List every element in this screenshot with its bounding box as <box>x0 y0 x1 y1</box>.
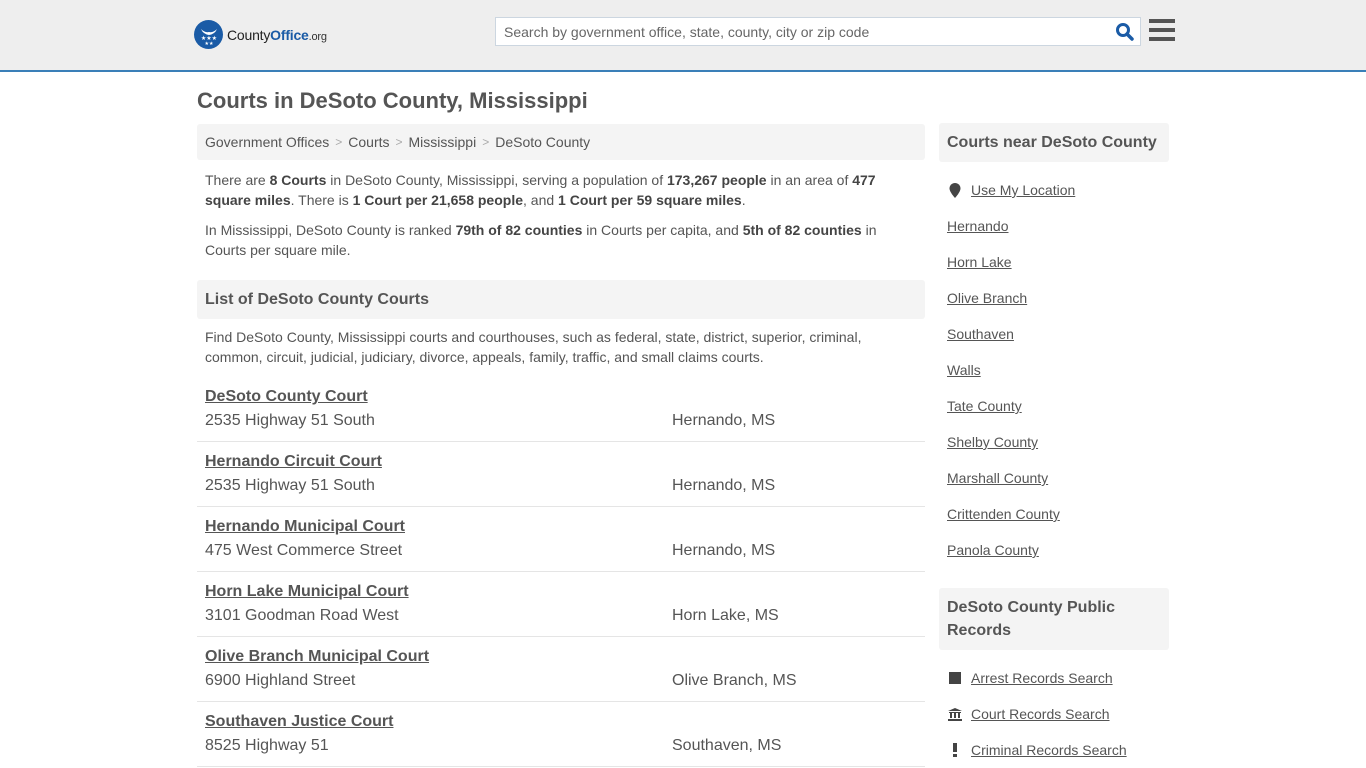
court-list-item: Southaven Justice Court 8525 Highway 51 … <box>197 702 925 767</box>
search-box <box>495 17 1141 46</box>
records-item: Court Records Search <box>947 696 1161 732</box>
nearby-link-panola-county[interactable]: Panola County <box>947 542 1039 558</box>
logo-brand-accent: Office <box>270 26 309 43</box>
breadcrumb-desoto-county[interactable]: DeSoto County <box>495 134 590 150</box>
courthouse-icon <box>947 707 963 721</box>
court-address: 3101 Goodman Road West <box>205 607 399 624</box>
search-icon <box>1116 22 1134 41</box>
breadcrumb-mississippi[interactable]: Mississippi <box>409 134 477 150</box>
nearby-link-hernando[interactable]: Hernando <box>947 218 1009 234</box>
court-list-item: DeSoto County Court 2535 Highway 51 Sout… <box>197 377 925 442</box>
menu-bar <box>1149 28 1175 32</box>
court-address: 2535 Highway 51 South <box>205 477 375 494</box>
logo-brand-main: County <box>227 26 271 43</box>
court-name-link[interactable]: Hernando Municipal Court <box>205 518 405 536</box>
breadcrumb: Government Offices > Courts > Mississipp… <box>197 124 925 160</box>
nearby-item: Tate County <box>947 388 1161 424</box>
svg-text:★★: ★★ <box>204 41 213 46</box>
logo-brand-tld: .org <box>308 30 327 43</box>
court-city: Horn Lake, MS <box>672 607 779 624</box>
court-list-item: Hernando Circuit Court 2535 Highway 51 S… <box>197 442 925 507</box>
court-list-item: Olive Branch Municipal Court 6900 Highla… <box>197 637 925 702</box>
site-header: ★★★ ★★ CountyOffice.org <box>0 0 1366 72</box>
site-logo[interactable]: ★★★ ★★ CountyOffice.org <box>194 20 327 49</box>
court-list-item: Hernando Municipal Court 475 West Commer… <box>197 507 925 572</box>
nearby-link-olive-branch[interactable]: Olive Branch <box>947 290 1027 306</box>
court-city: Hernando, MS <box>672 477 776 494</box>
court-address: 2535 Highway 51 South <box>205 412 375 429</box>
logo-text: CountyOffice.org <box>227 27 327 43</box>
court-name-link[interactable]: Hernando Circuit Court <box>205 453 382 471</box>
nearby-item: Southaven <box>947 316 1161 352</box>
map-marker-icon <box>947 182 963 198</box>
court-city: Hernando, MS <box>672 412 776 429</box>
nearby-item: Hernando <box>947 208 1161 244</box>
arrest-records-link[interactable]: Arrest Records Search <box>971 670 1113 686</box>
search-button[interactable] <box>1110 18 1140 45</box>
nearby-link-walls[interactable]: Walls <box>947 362 981 378</box>
nearby-courts-list: Use My Location Hernando Horn Lake Olive… <box>939 172 1169 568</box>
intro-paragraph-ranking: In Mississippi, DeSoto County is ranked … <box>205 222 877 258</box>
criminal-records-link[interactable]: Criminal Records Search <box>971 742 1127 758</box>
nearby-item: Olive Branch <box>947 280 1161 316</box>
court-list-item: Horn Lake Municipal Court 3101 Goodman R… <box>197 572 925 637</box>
records-item: Arrest Records Search <box>947 660 1161 696</box>
breadcrumb-government-offices[interactable]: Government Offices <box>205 134 329 150</box>
court-address: 475 West Commerce Street <box>205 542 403 559</box>
nearby-item: Horn Lake <box>947 244 1161 280</box>
exclamation-icon <box>947 743 963 757</box>
intro-paragraph-stats: There are 8 Courts in DeSoto County, Mis… <box>205 172 876 208</box>
nearby-link-tate-county[interactable]: Tate County <box>947 398 1022 414</box>
menu-bar <box>1149 37 1175 41</box>
court-city: Olive Branch, MS <box>672 672 797 689</box>
search-input[interactable] <box>496 18 1110 45</box>
court-city: Southaven, MS <box>672 737 782 754</box>
court-name-link[interactable]: Horn Lake Municipal Court <box>205 583 409 601</box>
use-my-location-link[interactable]: Use My Location <box>971 182 1075 198</box>
page-title: Courts in DeSoto County, Mississippi <box>197 88 588 113</box>
nearby-item: Shelby County <box>947 424 1161 460</box>
square-icon <box>947 672 963 684</box>
nearby-item: Panola County <box>947 532 1161 568</box>
breadcrumb-courts[interactable]: Courts <box>348 134 389 150</box>
nearby-item: Crittenden County <box>947 496 1161 532</box>
public-records-list: Arrest Records Search Court Records Sear… <box>939 660 1169 768</box>
menu-bar <box>1149 19 1175 23</box>
court-name-link[interactable]: DeSoto County Court <box>205 388 368 406</box>
court-records-link[interactable]: Court Records Search <box>971 706 1110 722</box>
nearby-link-marshall-county[interactable]: Marshall County <box>947 470 1048 486</box>
header-inner: ★★★ ★★ CountyOffice.org <box>194 0 1176 70</box>
court-name-link[interactable]: Olive Branch Municipal Court <box>205 648 429 666</box>
hamburger-menu-icon[interactable] <box>1149 19 1175 41</box>
courts-list-heading: List of DeSoto County Courts <box>197 280 925 319</box>
court-name-link[interactable]: Southaven Justice Court <box>205 713 393 731</box>
courts-list: DeSoto County Court 2535 Highway 51 Sout… <box>197 377 925 767</box>
use-my-location-item: Use My Location <box>947 172 1161 208</box>
breadcrumb-separator: > <box>482 135 490 149</box>
intro-text: There are 8 Courts in DeSoto County, Mis… <box>197 170 925 260</box>
nearby-link-shelby-county[interactable]: Shelby County <box>947 434 1038 450</box>
nearby-link-southaven[interactable]: Southaven <box>947 326 1014 342</box>
nearby-link-horn-lake[interactable]: Horn Lake <box>947 254 1012 270</box>
sidebar: Courts near DeSoto County Use My Locatio… <box>939 123 1169 768</box>
court-city: Hernando, MS <box>672 542 776 559</box>
breadcrumb-separator: > <box>395 135 403 149</box>
eagle-logo-icon: ★★★ ★★ <box>194 20 223 49</box>
court-address: 8525 Highway 51 <box>205 737 329 754</box>
main-content: Government Offices > Courts > Mississipp… <box>197 124 925 767</box>
nearby-link-crittenden-county[interactable]: Crittenden County <box>947 506 1060 522</box>
nearby-item: Walls <box>947 352 1161 388</box>
public-records-heading: DeSoto County Public Records <box>939 588 1169 650</box>
nearby-courts-heading: Courts near DeSoto County <box>939 123 1169 162</box>
breadcrumb-separator: > <box>335 135 343 149</box>
nearby-item: Marshall County <box>947 460 1161 496</box>
records-item: Criminal Records Search <box>947 732 1161 768</box>
court-address: 6900 Highland Street <box>205 672 356 689</box>
courts-list-description: Find DeSoto County, Mississippi courts a… <box>205 329 862 365</box>
